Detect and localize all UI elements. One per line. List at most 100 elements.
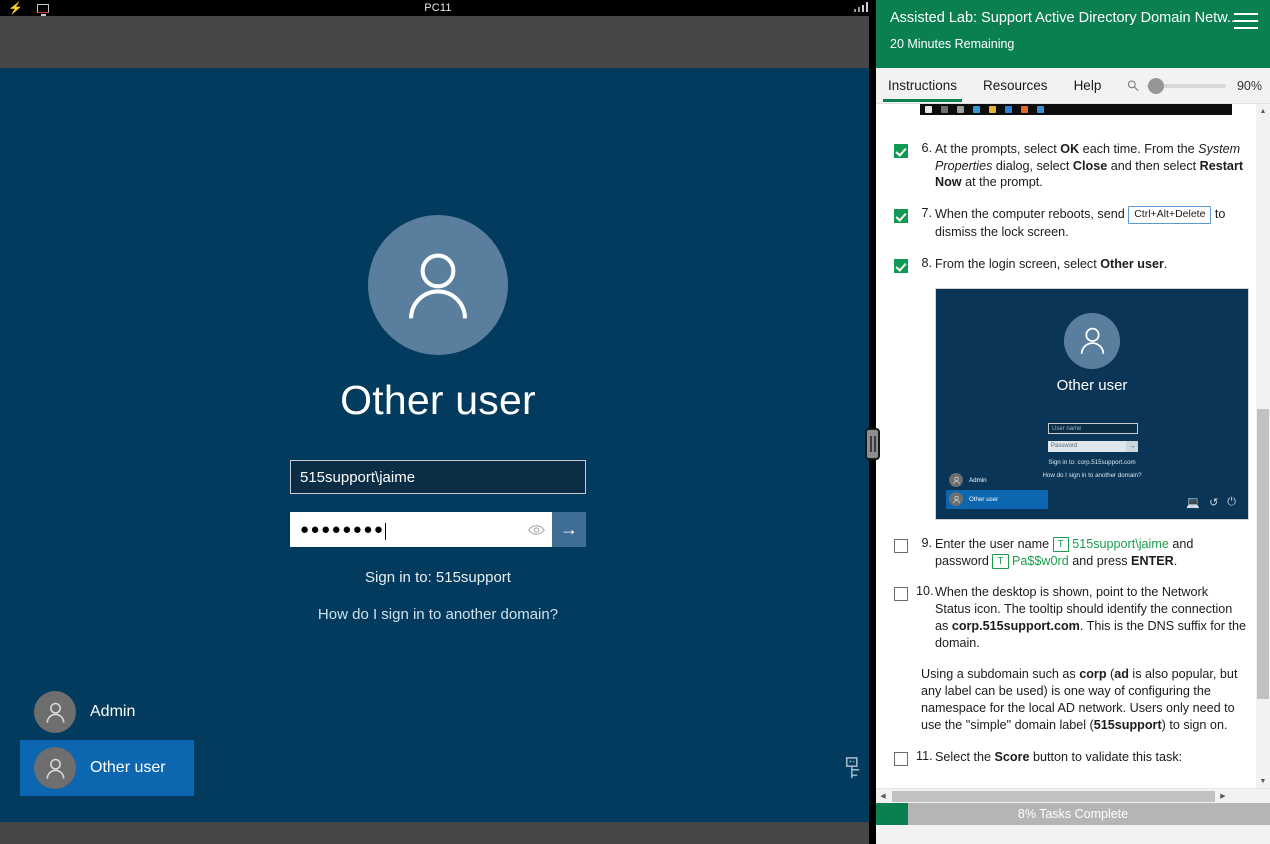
power-icon: ⏻ bbox=[1227, 495, 1236, 508]
step-number: 10. bbox=[916, 584, 934, 599]
lab-instructions-body: 6. At the prompts, select OK each time. … bbox=[876, 104, 1270, 788]
zoom-slider[interactable] bbox=[1147, 77, 1226, 94]
step-item-9[interactable]: 9. Enter the user name T 515support\jaim… bbox=[884, 536, 1246, 569]
user-tile-other-user[interactable]: Other user bbox=[20, 740, 194, 796]
scrollbar-thumb[interactable] bbox=[1257, 409, 1269, 699]
progress-bar: 8% Tasks Complete bbox=[876, 803, 1270, 825]
step-note-paragraph: Using a subdomain such as corp (ad is al… bbox=[921, 667, 1238, 732]
vm-viewport[interactable]: ⚡ PC11 Other user 515support\jaime ●●●●●… bbox=[0, 0, 876, 844]
reveal-password-icon[interactable] bbox=[528, 523, 545, 537]
windows-login-screen: Other user 515support\jaime ●●●●●●●● → S… bbox=[0, 68, 876, 822]
app-root: ⚡ PC11 Other user 515support\jaime ●●●●●… bbox=[0, 0, 1270, 844]
vm-chrome-top-bar bbox=[0, 16, 876, 68]
step-item-8[interactable]: 8. From the login screen, select Other u… bbox=[884, 256, 1246, 273]
step-text: Select the Score button to validate this… bbox=[935, 750, 1183, 765]
step-checkbox[interactable] bbox=[894, 587, 908, 602]
step-checkbox[interactable] bbox=[894, 144, 908, 158]
step-text: Enter the user name T 515support\jaime a… bbox=[935, 536, 1194, 569]
step-number: 9. bbox=[921, 535, 932, 550]
avatar-icon bbox=[949, 492, 963, 507]
screenshot-tile-other-user: Other user bbox=[946, 489, 1048, 509]
step-item-11[interactable]: 11. Select the Score button to validate … bbox=[884, 749, 1246, 767]
submit-button[interactable]: → bbox=[552, 512, 586, 547]
another-domain-link[interactable]: How do I sign in to another domain? bbox=[290, 606, 586, 623]
step-item-10[interactable]: 10. When the desktop is shown, point to … bbox=[884, 584, 1246, 651]
step-number: 7. bbox=[921, 206, 932, 221]
step-checkbox[interactable] bbox=[894, 209, 908, 224]
step-text: From the login screen, select Other user… bbox=[935, 256, 1168, 271]
screenshot-user-tiles: Admin Other user bbox=[946, 471, 1064, 509]
tab-resources[interactable]: Resources bbox=[981, 70, 1050, 101]
user-tile-label: Other user bbox=[90, 759, 166, 776]
login-center-block: Other user 515support\jaime ●●●●●●●● → S… bbox=[0, 68, 876, 623]
step-number: 8. bbox=[921, 255, 932, 270]
password-input[interactable]: ●●●●●●●● bbox=[290, 512, 552, 547]
tab-instructions[interactable]: Instructions bbox=[882, 70, 963, 102]
lab-title: Assisted Lab: Support Active Directory D… bbox=[890, 10, 1239, 26]
step-checkbox[interactable] bbox=[894, 258, 908, 273]
login-fields: 515support\jaime ●●●●●●●● → Sign in to: … bbox=[290, 460, 586, 623]
user-tiles: Admin Other user bbox=[20, 684, 320, 796]
avatar bbox=[368, 215, 508, 355]
ease-of-access-icon: ↺ bbox=[1209, 496, 1219, 509]
screenshot-tile-admin: Admin bbox=[946, 471, 1064, 490]
screenshot-avatar-icon bbox=[1064, 312, 1120, 369]
hscrollbar-thumb[interactable] bbox=[892, 791, 1215, 802]
screenshot-heading: Other user bbox=[1056, 376, 1128, 394]
progress-label: 8% Tasks Complete bbox=[1017, 807, 1129, 821]
step-checkbox[interactable] bbox=[894, 538, 908, 553]
vm-topbar: ⚡ PC11 bbox=[0, 0, 876, 16]
screenshot-password-field: Password bbox=[1048, 440, 1126, 452]
vm-name-label: PC11 bbox=[424, 2, 452, 14]
avatar-icon bbox=[949, 473, 963, 488]
vm-chrome-bottom-bar bbox=[0, 822, 876, 844]
step-list: 6. At the prompts, select OK each time. … bbox=[884, 115, 1249, 788]
password-row: ●●●●●●●● → bbox=[290, 512, 586, 547]
user-tile-admin[interactable]: Admin bbox=[20, 684, 320, 740]
lab-footer bbox=[876, 825, 1270, 844]
screenshot-password-row: Password → bbox=[1048, 440, 1138, 452]
user-tile-label: Admin bbox=[90, 703, 136, 720]
scroll-up-arrow-icon[interactable]: ▲ bbox=[1256, 104, 1270, 118]
step-text: When the desktop is shown, point to the … bbox=[935, 585, 1247, 650]
signal-bars-icon bbox=[853, 1, 868, 12]
step-number: 11. bbox=[916, 749, 933, 764]
screenshot-username-field: User name bbox=[1048, 422, 1138, 434]
scroll-down-arrow-icon[interactable]: ▼ bbox=[1256, 774, 1270, 788]
splitter-grip-handle[interactable] bbox=[865, 428, 880, 460]
screenshot-corner-icons: 💻 ↺ ⏻ bbox=[1186, 496, 1236, 509]
screenshot-signin-to: Sign in to: corp.515support.com bbox=[1048, 458, 1136, 466]
scroll-right-arrow-icon[interactable]: ▶ bbox=[1216, 792, 1230, 800]
sign-in-to-label: Sign in to: 515support bbox=[365, 569, 511, 586]
ease-of-access-icon[interactable] bbox=[844, 756, 866, 780]
login-screen-screenshot: Other user User name Password → Sign in … bbox=[935, 287, 1249, 520]
instructions-scroll-content: 6. At the prompts, select OK each time. … bbox=[876, 104, 1256, 788]
lab-time-remaining: 20 Minutes Remaining bbox=[890, 37, 1015, 51]
password-masked-value: ●●●●●●●● bbox=[300, 521, 385, 538]
instructions-horizontal-scrollbar[interactable]: ◀ ▶ bbox=[876, 788, 1270, 803]
panel-splitter[interactable] bbox=[865, 0, 880, 844]
scroll-left-arrow-icon[interactable]: ◀ bbox=[876, 792, 890, 800]
network-icon: 💻 bbox=[1186, 496, 1201, 509]
screenshot-tile-label: Other user bbox=[969, 495, 999, 503]
step-item-7[interactable]: 7. When the computer reboots, send Ctrl+… bbox=[884, 206, 1246, 241]
tab-help[interactable]: Help bbox=[1072, 70, 1104, 101]
step-checkbox[interactable] bbox=[894, 752, 908, 767]
step-number: 6. bbox=[921, 141, 932, 155]
page-title: Other user bbox=[340, 377, 536, 423]
step-item-6[interactable]: 6. At the prompts, select OK each time. … bbox=[884, 141, 1246, 191]
avatar-icon bbox=[34, 691, 76, 733]
hamburger-menu-icon[interactable] bbox=[1234, 13, 1258, 34]
search-icon[interactable] bbox=[1127, 78, 1139, 93]
step-text: At the prompts, select OK each time. Fro… bbox=[935, 142, 1244, 190]
zoom-slider-knob[interactable] bbox=[1148, 77, 1165, 94]
screenshot-submit-arrow: → bbox=[1126, 440, 1138, 452]
lab-toolbar: Instructions Resources Help 90% bbox=[876, 68, 1270, 104]
text-caret bbox=[385, 523, 387, 540]
lab-panel: Assisted Lab: Support Active Directory D… bbox=[876, 0, 1270, 844]
instructions-vertical-scrollbar[interactable]: ▲ ▼ bbox=[1256, 104, 1270, 788]
username-input[interactable]: 515support\jaime bbox=[290, 460, 586, 494]
step-text: When the computer reboots, send Ctrl+Alt… bbox=[935, 206, 1226, 240]
avatar-icon bbox=[34, 747, 76, 789]
lab-header: Assisted Lab: Support Active Directory D… bbox=[876, 0, 1270, 68]
